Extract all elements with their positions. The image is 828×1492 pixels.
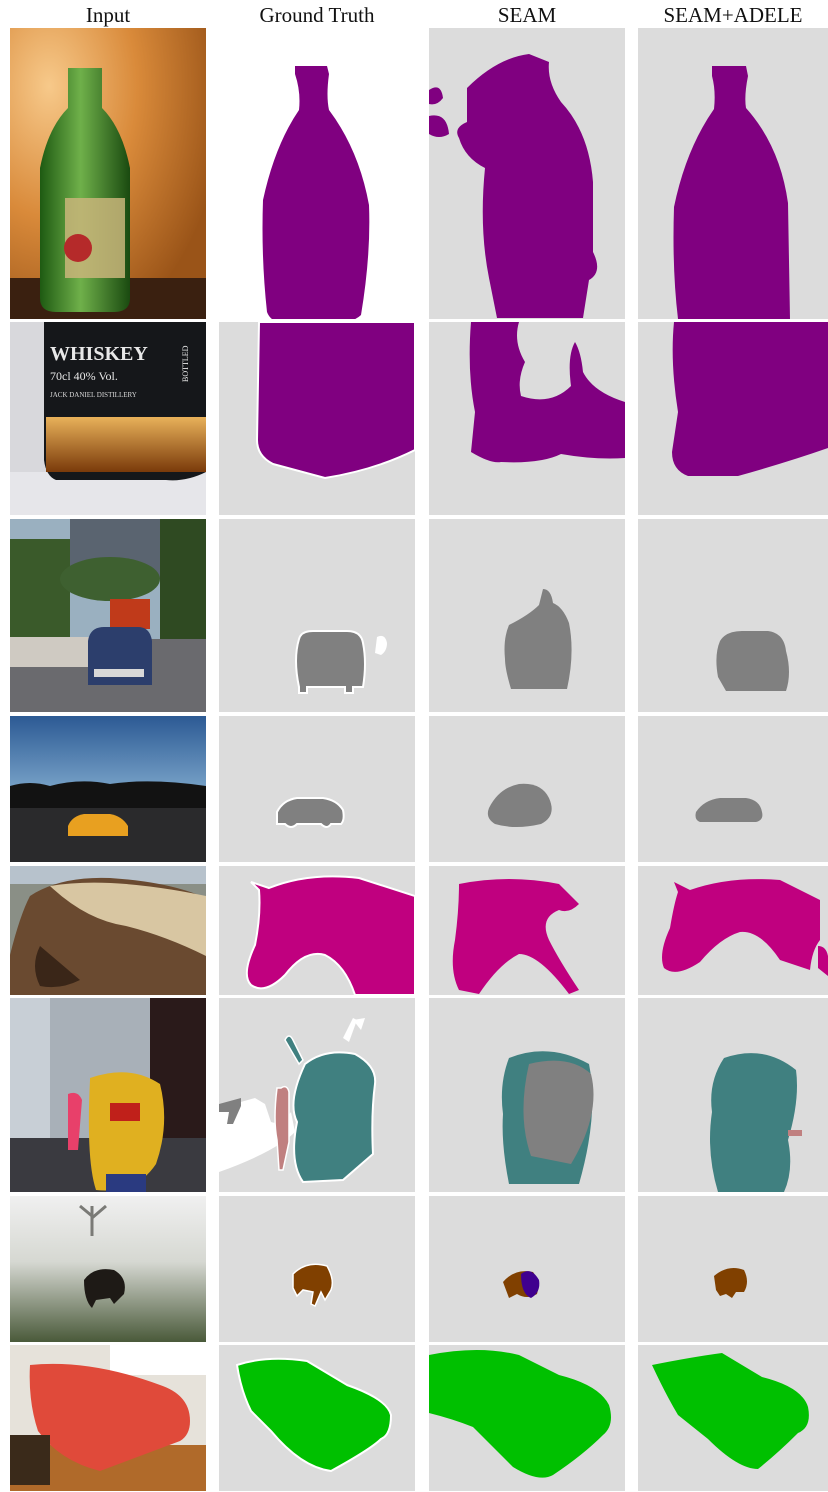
column-header-input: Input [85,3,131,27]
seam-adele-mask-dog-fog [638,1196,828,1342]
ground-truth-mask-horse [219,866,415,995]
seam-adele-mask-car-street [638,519,828,712]
seam-mask-scooter [429,998,625,1192]
ground-truth-mask-car-dusk [219,716,415,862]
input-photo-bottle [10,28,206,319]
input-photo-horse [10,866,206,995]
ground-truth-mask-scooter [219,998,415,1192]
whiskey-label-volume: 70cl 40% Vol. [50,369,118,383]
input-photo-scooter [10,998,206,1192]
ground-truth-mask-whiskey [219,322,415,515]
input-photo-car-dusk [10,716,206,862]
ground-truth-mask-bottle [219,28,415,319]
input-photo-sofa [10,1345,206,1491]
input-photo-car-street [10,519,206,712]
seam-mask-car-dusk [429,716,625,862]
seam-mask-horse [429,866,625,995]
whiskey-label-distillery: JACK DANIEL DISTILLERY [50,391,137,399]
seam-adele-mask-car-dusk [638,716,828,862]
ground-truth-mask-sofa [219,1345,415,1491]
column-header-seam: SEAM [497,3,557,27]
seam-adele-mask-sofa [638,1345,828,1491]
seam-adele-mask-horse [638,866,828,995]
seam-adele-mask-bottle [638,28,828,319]
seam-mask-car-street [429,519,625,712]
seam-mask-sofa [429,1345,625,1491]
seam-adele-mask-whiskey [638,322,828,515]
input-photo-dog-fog [10,1196,206,1342]
input-photo-whiskey: WHISKEY 70cl 40% Vol. JACK DANIEL DISTIL… [10,322,206,515]
whiskey-label-bottled: BOTTLED [181,345,190,382]
seam-mask-dog-fog [429,1196,625,1342]
seam-mask-bottle [429,28,625,319]
seam-adele-mask-scooter [638,998,828,1192]
column-header-ground-truth: Ground Truth [259,3,375,27]
ground-truth-mask-dog-fog [219,1196,415,1342]
ground-truth-mask-car-street [219,519,415,712]
whiskey-label-title: WHISKEY [50,343,148,365]
column-header-seam-adele: SEAM+ADELE [663,3,803,27]
seam-mask-whiskey [429,322,625,515]
